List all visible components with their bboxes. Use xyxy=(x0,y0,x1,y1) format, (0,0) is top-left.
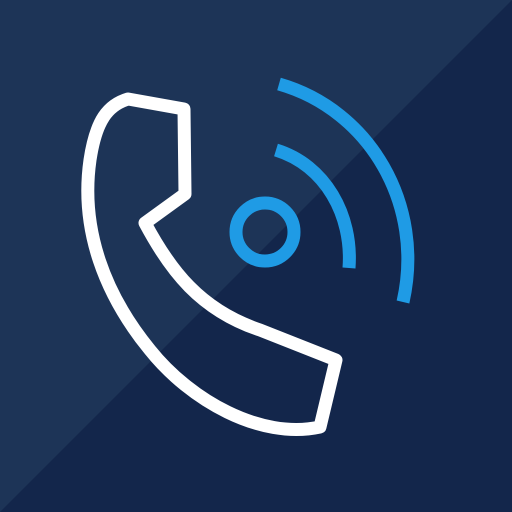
app-icon[interactable] xyxy=(0,0,512,512)
app-icon-graphic xyxy=(0,0,512,512)
